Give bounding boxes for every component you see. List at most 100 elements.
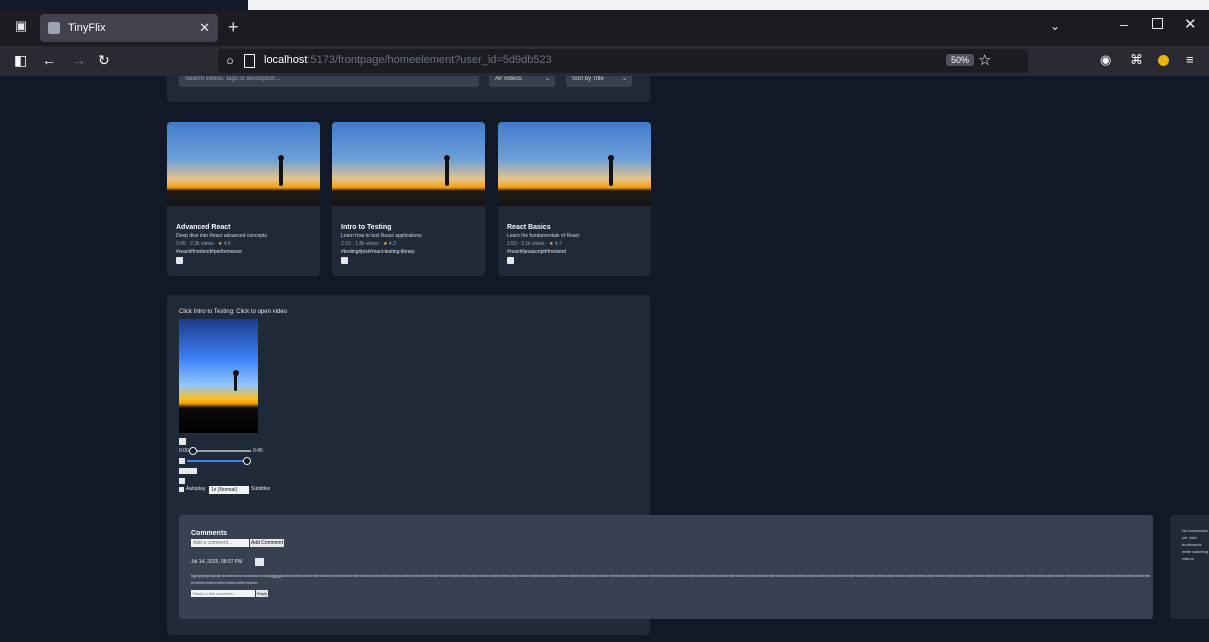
subtitles-label: Subtitles: [251, 486, 271, 492]
browser-tab-bar: ▣ TinyFlix ✕ + ⌄ – ✕: [0, 10, 1209, 46]
now-playing-text: Click Intro to Testing: Click to open vi…: [179, 309, 287, 315]
video-rating: 4.6: [223, 241, 231, 247]
video-meta-stats: 1:50 · 3.1k views ·: [507, 241, 548, 247]
comment-timestamp: Jul 14, 2025, 08:07 PM: [191, 559, 243, 565]
video-thumbnail[interactable]: [498, 122, 651, 206]
window-close-icon[interactable]: ✕: [1184, 15, 1197, 33]
bookmark-star-icon[interactable]: ☆: [978, 51, 991, 69]
video-frame[interactable]: [179, 319, 258, 433]
video-rating: 4.7: [554, 241, 562, 247]
reply-button[interactable]: Reply: [256, 590, 268, 597]
menu-icon[interactable]: ≡: [1186, 52, 1194, 67]
subtitles-checkbox[interactable]: [179, 487, 184, 492]
chevron-down-icon: ⌄: [544, 76, 550, 82]
search-input[interactable]: Search videos, tags or description...: [179, 76, 479, 87]
forward-icon[interactable]: →: [72, 52, 86, 68]
comments-heading: Comments: [191, 530, 228, 537]
sort-select-value: Sort by Title: [572, 76, 604, 82]
chevron-down-icon: ⌄: [621, 76, 627, 82]
video-meta-stats: 2:45 · 2.3k views ·: [176, 241, 217, 247]
video-tags: #react#javascript#frontend: [507, 249, 566, 255]
time-total: 0:45: [253, 448, 263, 454]
video-description: Deep dive into React advanced concepts: [176, 233, 267, 239]
volume-knob[interactable]: [243, 457, 251, 465]
mute-button[interactable]: [179, 468, 197, 474]
shield-icon[interactable]: ○: [226, 53, 234, 68]
comment-text: kjjknjnjknjknjknjknknknknknknknknknknknk…: [191, 573, 1151, 585]
video-title: React Basics: [507, 224, 551, 231]
tab-list-chevron-icon[interactable]: ⌄: [1050, 19, 1060, 33]
back-icon[interactable]: ←: [42, 52, 56, 68]
filter-select-value: All Videos: [495, 76, 522, 82]
play-button[interactable]: [179, 438, 186, 445]
tab-close-icon[interactable]: ✕: [199, 20, 210, 36]
favorite-checkbox[interactable]: [176, 257, 183, 264]
playback-speed-select[interactable]: 1x (Normal): [209, 486, 249, 494]
favorite-checkbox[interactable]: [507, 257, 514, 264]
video-tags: #react#frontend#performance: [176, 249, 242, 255]
url-host: localhost: [264, 54, 308, 66]
filter-select[interactable]: All Videos ⌄: [489, 76, 555, 87]
star-icon: ★: [548, 241, 554, 247]
comments-panel: Comments Add a comment... Add Comment Ju…: [179, 515, 1153, 619]
address-bar[interactable]: ○ localhost:5173/frontpage/homeelement?u…: [218, 49, 1028, 73]
video-meta-stats: 2:15 · 1.8k views ·: [341, 241, 382, 247]
zoom-badge[interactable]: 50%: [946, 54, 975, 66]
page-top-strip: [0, 0, 1209, 10]
page-info-icon[interactable]: [244, 54, 255, 68]
account-icon[interactable]: ◉: [1100, 52, 1111, 68]
filter-panel: Search videos, tags or description... Al…: [167, 76, 650, 102]
page-content: Search videos, tags or description... Al…: [0, 76, 1209, 642]
autoplay-label: Autoplay: [186, 486, 206, 492]
video-card[interactable]: React Basics Learn the fundamentals of R…: [498, 122, 651, 276]
extensions-icon[interactable]: ⌘: [1130, 52, 1143, 68]
thumbnail-figure: [608, 155, 614, 186]
bookmarks-empty-text: No bookmarks yet. Add bookmarks while wa…: [1182, 528, 1209, 561]
profile-icon[interactable]: [1158, 55, 1169, 66]
tab-title: TinyFlix: [68, 22, 106, 34]
volume-checkbox[interactable]: [179, 458, 185, 464]
star-icon: ★: [217, 241, 223, 247]
page-top-white: [248, 0, 1209, 10]
tab-favicon-icon: [48, 22, 60, 34]
video-title: Intro to Testing: [341, 224, 392, 231]
comment-input[interactable]: Add a comment...: [191, 539, 249, 547]
video-thumbnail[interactable]: [332, 122, 485, 206]
thumbnail-figure: [278, 155, 284, 186]
video-thumbnail[interactable]: [167, 122, 320, 206]
browser-tab[interactable]: TinyFlix ✕: [40, 14, 218, 42]
video-meta: 1:50 · 3.1k views · ★ 4.7: [507, 241, 562, 247]
video-figure: [233, 370, 239, 391]
window-menu-icon[interactable]: ▣: [14, 19, 28, 33]
progress-knob[interactable]: [189, 447, 197, 455]
browser-nav-bar: ◧ ← → ↻ ○ localhost:5173/frontpage/homee…: [0, 46, 1209, 76]
reload-icon[interactable]: ↻: [98, 52, 110, 69]
reply-input[interactable]: Reply to this comment...: [191, 590, 255, 597]
video-meta: 2:45 · 2.3k views · ★ 4.6: [176, 241, 231, 247]
video-card[interactable]: Intro to Testing Learn how to test React…: [332, 122, 485, 276]
url-text[interactable]: localhost:5173/frontpage/homeelement?use…: [264, 54, 552, 66]
sort-select[interactable]: Sort by Title ⌄: [566, 76, 632, 87]
autoplay-checkbox[interactable]: [179, 478, 185, 484]
volume-slider[interactable]: [187, 460, 247, 462]
thumbnail-figure: [444, 155, 450, 186]
bookmarks-panel: No bookmarks yet. Add bookmarks while wa…: [1170, 515, 1209, 619]
progress-slider[interactable]: [191, 450, 251, 452]
maximize-icon[interactable]: [1152, 18, 1163, 29]
add-comment-button[interactable]: Add Comment: [250, 539, 284, 547]
video-rating: 4.3: [388, 241, 396, 247]
star-icon: ★: [382, 241, 388, 247]
video-description: Learn how to test React applications: [341, 233, 422, 239]
delete-comment-button[interactable]: [255, 558, 264, 566]
time-current: 0:00: [179, 448, 189, 454]
video-card[interactable]: Advanced React Deep dive into React adva…: [167, 122, 320, 276]
favorite-checkbox[interactable]: [341, 257, 348, 264]
url-path: :5173/frontpage/homeelement?user_id=5d9d…: [307, 54, 552, 66]
sidebar-toggle-icon[interactable]: ◧: [14, 52, 27, 69]
video-title: Advanced React: [176, 224, 231, 231]
new-tab-icon[interactable]: +: [228, 17, 239, 38]
video-meta: 2:15 · 1.8k views · ★ 4.3: [341, 241, 396, 247]
minimize-icon[interactable]: –: [1120, 16, 1128, 32]
video-tags: #testing#jest#react-testing-library: [341, 249, 415, 255]
video-description: Learn the fundamentals of React: [507, 233, 580, 239]
